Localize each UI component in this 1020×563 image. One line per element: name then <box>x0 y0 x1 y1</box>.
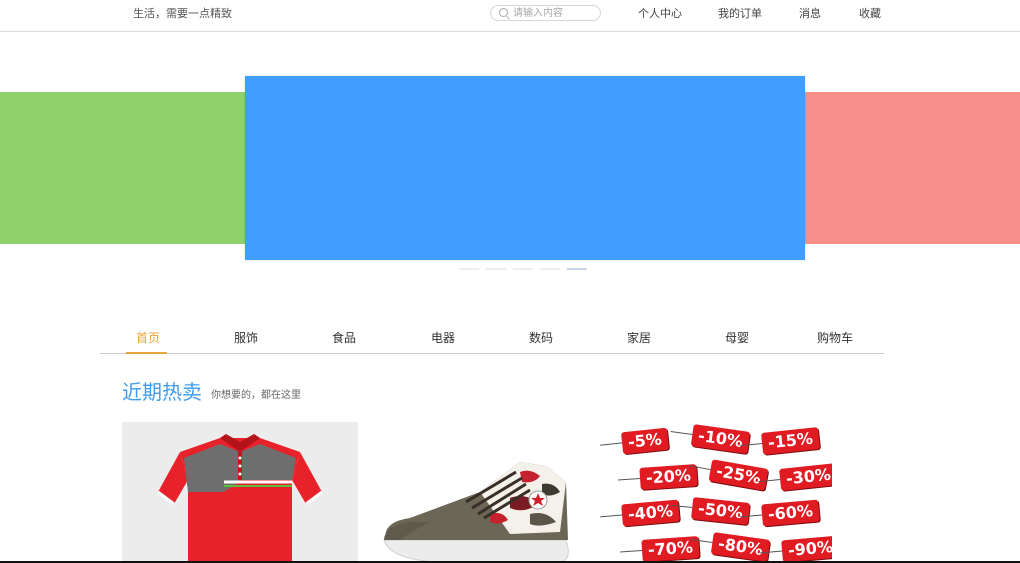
tab-appliances[interactable]: 电器 <box>413 328 473 353</box>
carousel-indicator[interactable] <box>567 268 587 270</box>
product-card-discount-tags[interactable]: -5% -10% -15% -20% -25% -30% -40% -50% -… <box>596 422 832 563</box>
discount-tag: -25% <box>708 459 769 491</box>
carousel-indicator[interactable] <box>513 268 533 270</box>
tab-food[interactable]: 食品 <box>314 328 374 353</box>
tab-home-goods[interactable]: 家居 <box>609 328 669 353</box>
discount-tag: -50% <box>691 497 750 525</box>
top-bar: 生活，需要一点精致 个人中心 我的订单 消息 收藏 <box>0 0 1020 32</box>
discount-tag: -40% <box>621 499 680 527</box>
search-icon <box>499 8 508 17</box>
tab-clothing[interactable]: 服饰 <box>216 328 276 353</box>
carousel-slide-next[interactable] <box>805 92 1020 244</box>
section-subtitle: 你想要的，都在这里 <box>211 390 301 401</box>
site-slogan: 生活，需要一点精致 <box>133 7 232 20</box>
link-favorites[interactable]: 收藏 <box>859 5 881 21</box>
search-input[interactable] <box>513 6 597 20</box>
link-my-orders[interactable]: 我的订单 <box>718 5 762 21</box>
discount-tag: -20% <box>639 464 698 490</box>
link-messages[interactable]: 消息 <box>799 5 821 21</box>
discount-tag: -5% <box>620 427 669 455</box>
product-card-sneaker[interactable] <box>370 422 606 563</box>
tab-cart[interactable]: 购物车 <box>805 328 865 353</box>
tab-mother-baby[interactable]: 母婴 <box>707 328 767 353</box>
tab-digital[interactable]: 数码 <box>511 328 571 353</box>
search-box[interactable] <box>490 5 601 21</box>
discount-tag: -90% <box>781 535 832 563</box>
discount-tag: -30% <box>779 463 832 491</box>
discount-tag: -60% <box>761 499 820 527</box>
sneaker-image <box>383 462 569 563</box>
product-card-polo-shirt[interactable] <box>122 422 358 563</box>
carousel-indicator[interactable] <box>540 268 560 270</box>
discount-tag: -15% <box>761 427 820 455</box>
carousel-slide-prev[interactable] <box>0 92 246 244</box>
section-title: 近期热卖 <box>122 380 202 404</box>
discount-tag: -10% <box>690 424 751 454</box>
tab-home[interactable]: 首页 <box>118 328 178 354</box>
carousel-slide-current[interactable] <box>245 76 805 260</box>
link-user-center[interactable]: 个人中心 <box>638 5 682 21</box>
discount-tag: -80% <box>710 532 771 562</box>
carousel-indicator[interactable] <box>459 268 479 270</box>
category-nav: 首页 服饰 食品 电器 数码 家居 母婴 购物车 <box>100 328 884 354</box>
polo-shirt-image <box>157 434 323 563</box>
carousel-indicator[interactable] <box>486 268 506 270</box>
carousel-indicators <box>459 268 587 270</box>
